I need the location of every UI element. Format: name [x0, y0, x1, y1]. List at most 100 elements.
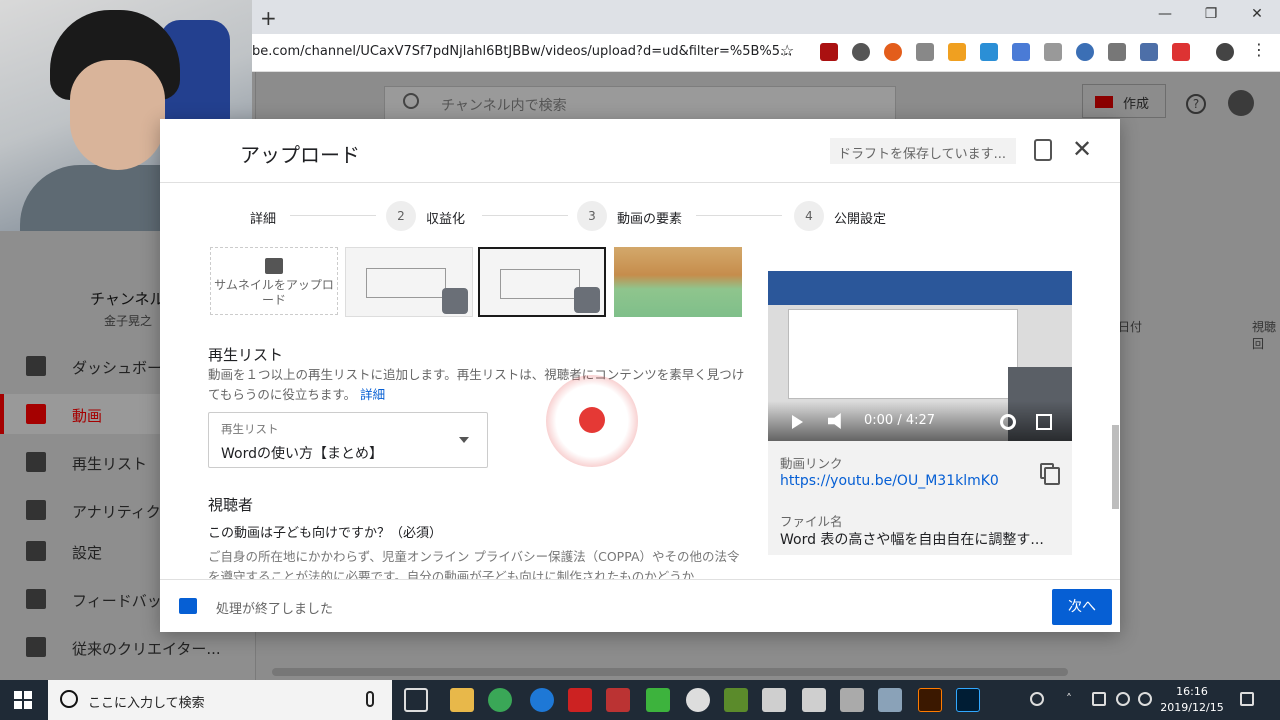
onepassword-icon[interactable] [686, 688, 710, 712]
thumbnail-doc-table [500, 269, 580, 299]
file-name: Word 表の高さや幅を自由自在に調整す... [780, 532, 1044, 548]
playlist-icon [26, 452, 46, 472]
maximize-button[interactable]: ❐ [1196, 6, 1226, 22]
bookmark-star-icon[interactable]: ☆ [780, 41, 798, 60]
fullscreen-icon[interactable] [1036, 414, 1052, 430]
grc-mobile-icon[interactable] [802, 688, 826, 712]
feedback-icon [26, 589, 46, 609]
chart-extension-icon[interactable] [948, 43, 966, 61]
audience-section-title: 視聴者 [208, 496, 254, 514]
column-header-views[interactable]: 視聴回 [1252, 318, 1280, 352]
tag-extension-icon[interactable] [1172, 43, 1190, 61]
thumbnail-option-3[interactable] [614, 247, 742, 317]
vertical-scrollbar[interactable] [1112, 425, 1119, 509]
play-icon[interactable] [792, 415, 803, 429]
chevron-down-icon [459, 437, 469, 443]
profile-avatar[interactable] [1216, 43, 1234, 61]
step-connector [482, 215, 568, 216]
video-time: 0:00 / 4:27 [864, 413, 936, 428]
next-button[interactable]: 次へ [1052, 589, 1112, 625]
grc-icon[interactable] [762, 688, 786, 712]
volume-muted-icon[interactable] [1138, 692, 1152, 706]
feedback-icon[interactable] [1034, 139, 1052, 161]
column-header-date[interactable]: 日付 [1118, 318, 1142, 335]
learn-more-link[interactable]: 詳細 [360, 387, 385, 402]
camtasia-icon[interactable] [646, 688, 670, 712]
chrome-icon[interactable] [488, 688, 512, 712]
bi-extension-icon[interactable] [980, 43, 998, 61]
step-label: 詳細 [250, 212, 277, 227]
notification-icon[interactable] [1240, 692, 1254, 706]
channel-search-input[interactable]: チャンネル内で検索 [384, 86, 896, 120]
ftp-icon[interactable] [724, 688, 748, 712]
windows-start-icon[interactable] [14, 691, 32, 709]
video-link[interactable]: https://youtu.be/OU_M31klmK0 [780, 473, 999, 489]
video-player[interactable]: 0:00 / 4:27 [768, 271, 1072, 441]
illustrator-icon[interactable] [918, 688, 942, 712]
system-clock[interactable]: 16:16 2019/12/15 [1158, 684, 1226, 716]
search-extension-icon[interactable] [852, 43, 870, 61]
thumbnail-upload-button[interactable]: サムネイルをアップロード [210, 247, 338, 315]
playlist-description-text: 動画を１つ以上の再生リストに追加します。再生リストは、視聴者にコンテンツを素早く… [208, 367, 745, 402]
close-window-button[interactable]: ✕ [1242, 6, 1272, 22]
thumbnail-option-1[interactable] [345, 247, 473, 317]
playlist-dropdown[interactable]: 再生リスト Wordの使い方【まとめ】 [208, 412, 488, 468]
photoshop-icon[interactable] [956, 688, 980, 712]
minimize-button[interactable]: — [1150, 6, 1180, 22]
channel-subtitle: 金子晃之 [104, 314, 153, 328]
dropdown-label: 再生リスト [221, 422, 279, 436]
sidebar-item-label: 従来のクリエイター... [72, 640, 221, 658]
sidebar-item-label: 動画 [72, 407, 103, 425]
step-connector [290, 215, 376, 216]
new-tab-button[interactable]: + [260, 6, 277, 30]
copy-icon[interactable] [1040, 463, 1060, 485]
create-button[interactable]: 作成 [1082, 84, 1166, 118]
help-icon[interactable]: ? [1186, 94, 1206, 114]
search-icon [403, 93, 419, 109]
app-icon-red[interactable] [606, 688, 630, 712]
create-label: 作成 [1123, 97, 1150, 112]
video-word-page [788, 309, 1018, 399]
close-icon[interactable]: ✕ [1072, 137, 1092, 161]
task-view-icon[interactable] [404, 688, 428, 712]
tab-extension-icon[interactable] [1012, 43, 1030, 61]
people-icon[interactable] [1030, 692, 1044, 706]
hd-badge-icon [179, 598, 197, 614]
image-app-icon[interactable] [840, 688, 864, 712]
color-extension-icon[interactable] [884, 43, 902, 61]
horizontal-scrollbar[interactable] [272, 668, 1068, 676]
filezilla-icon[interactable] [568, 688, 592, 712]
siriuz-icon[interactable] [878, 688, 902, 712]
account-avatar[interactable] [1228, 90, 1254, 116]
pdf-extension-icon[interactable] [820, 43, 838, 61]
video-preview-panel: 0:00 / 4:27 動画リンク https://youtu.be/OU_M3… [768, 271, 1072, 555]
step-label: 収益化 [426, 212, 466, 227]
add-image-icon [265, 258, 283, 274]
step-connector [696, 215, 782, 216]
menu-icon[interactable]: ⋮ [1250, 40, 1268, 59]
step-label: 動画の要素 [617, 212, 683, 227]
thumbnail-person [442, 288, 468, 314]
search-placeholder: チャンネル内で検索 [441, 98, 567, 114]
chevron-up-icon[interactable]: ˄ [1066, 692, 1080, 706]
thumbnail-option-2[interactable] [478, 247, 606, 317]
taskbar-search-text: ここに入力して検索 [88, 696, 205, 711]
file-explorer-icon[interactable] [450, 688, 474, 712]
sidebar-item-label: アナリティク [72, 503, 161, 521]
url-text[interactable]: be.com/channel/UCaxV7Sf7pdNjlahl6BtJBBw/… [252, 44, 792, 59]
taskbar-search-input[interactable]: ここに入力して検索 [48, 680, 392, 720]
download-extension-icon[interactable] [916, 43, 934, 61]
wifi-icon[interactable] [1116, 692, 1130, 706]
microphone-icon[interactable] [366, 691, 374, 707]
dropbox-icon[interactable] [1092, 692, 1106, 706]
gear-icon[interactable] [1000, 414, 1016, 430]
camera-extension-icon[interactable] [1044, 43, 1062, 61]
dashboard-icon [26, 356, 46, 376]
edge-icon[interactable] [530, 688, 554, 712]
settings-icon [26, 541, 46, 561]
step-label: 公開設定 [834, 212, 887, 227]
sidebar-item-classic-studio[interactable]: 従来のクリエイター... [0, 627, 256, 667]
at-extension-icon[interactable] [1076, 43, 1094, 61]
puzzle-extension-icon[interactable] [1108, 43, 1126, 61]
window-extension-icon[interactable] [1140, 43, 1158, 61]
